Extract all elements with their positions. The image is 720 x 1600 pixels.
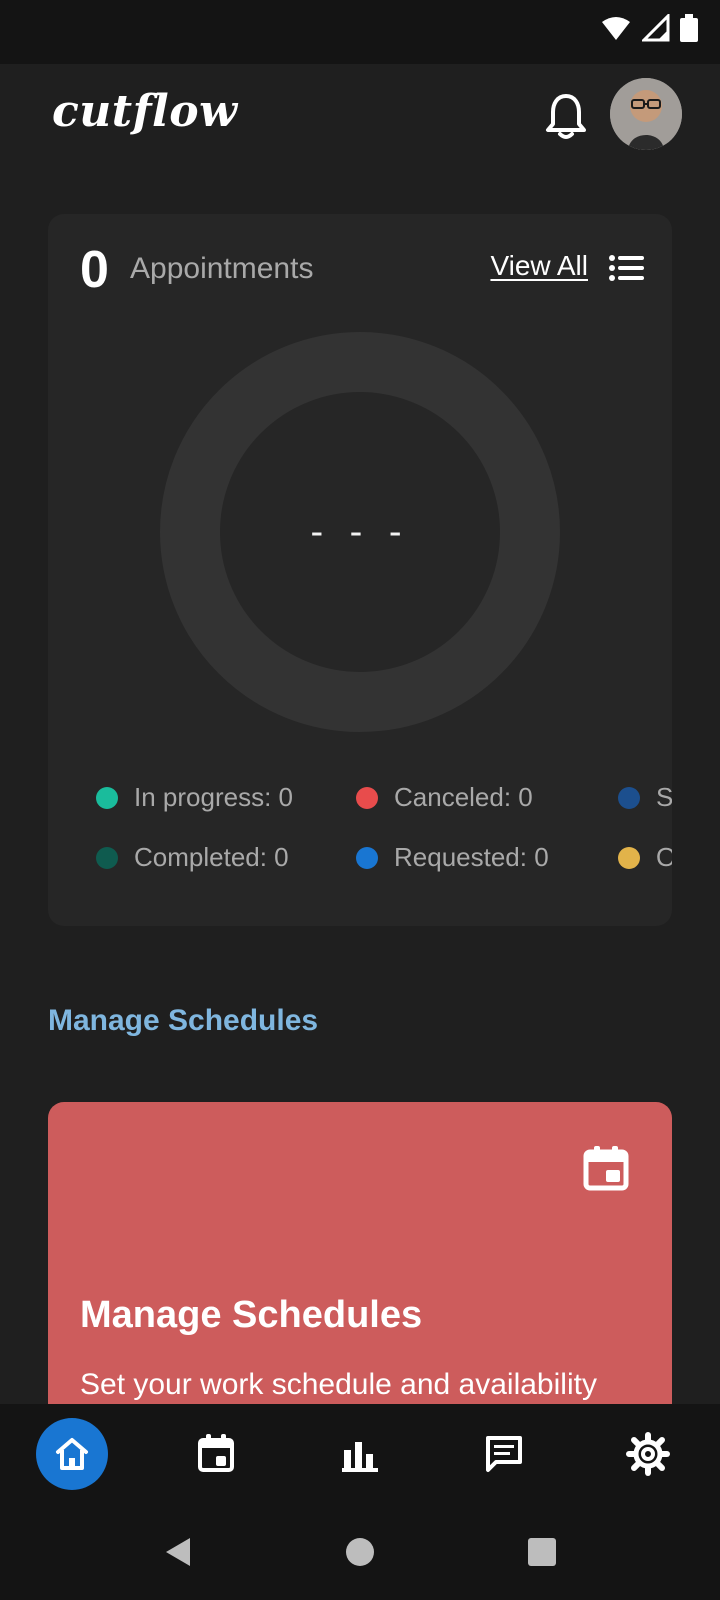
legend-dot — [96, 846, 118, 869]
app-logo: cutflow — [52, 86, 238, 137]
legend-label: Requested: 0 — [394, 842, 549, 872]
section-title: Manage Schedules — [48, 1004, 319, 1037]
donut-center-text: - - - — [310, 510, 410, 553]
legend-dot — [618, 786, 640, 809]
appointments-label: Appointments — [130, 252, 314, 285]
legend-label: O — [656, 842, 672, 872]
schedule-card-description: Set your work schedule and availability — [80, 1368, 597, 1401]
status-bar — [0, 0, 720, 64]
list-icon — [609, 255, 644, 281]
bar-chart-icon — [342, 1442, 378, 1472]
legend-item: Requested: 0 — [356, 842, 549, 873]
appointments-count: 0 — [80, 241, 109, 299]
profile-photo — [610, 78, 682, 150]
gear-icon — [626, 1432, 670, 1476]
wifi-icon — [602, 17, 630, 40]
view-all-link[interactable]: View All — [490, 250, 588, 282]
schedule-card-title: Manage Schedules — [80, 1294, 423, 1336]
avatar[interactable] — [610, 78, 682, 150]
calendar-svg — [583, 1146, 629, 1191]
calendar-icon — [580, 1142, 632, 1194]
legend-label: In progress: 0 — [134, 782, 293, 812]
status-icons — [600, 14, 698, 42]
nav-stats[interactable] — [324, 1418, 396, 1490]
bottom-navigation — [0, 1404, 720, 1504]
legend-item: In progress: 0 — [96, 782, 293, 813]
nav-home[interactable] — [36, 1418, 108, 1490]
legend-dot — [356, 846, 378, 869]
manage-schedules-card[interactable]: Manage Schedules Set your work schedule … — [48, 1102, 672, 1422]
legend-dot — [356, 786, 378, 809]
nav-calendar[interactable] — [180, 1418, 252, 1490]
legend-dot — [96, 786, 118, 809]
legend-label: Completed: 0 — [134, 842, 289, 872]
appointments-donut-chart: - - - — [160, 332, 560, 732]
legend-item: O — [618, 842, 672, 873]
app-header: cutflow — [0, 64, 720, 214]
signal-icon — [642, 14, 670, 42]
back-icon[interactable] — [160, 1534, 196, 1570]
nav-messages[interactable] — [468, 1418, 540, 1490]
list-button[interactable] — [608, 252, 644, 284]
legend-label: Canceled: 0 — [394, 782, 533, 812]
legend-label: S — [656, 782, 672, 812]
battery-icon — [680, 14, 698, 42]
nav-settings[interactable] — [612, 1418, 684, 1490]
legend-item: Completed: 0 — [96, 842, 289, 873]
calendar-icon — [198, 1434, 234, 1472]
legend-dot — [618, 846, 640, 869]
appointments-card: 0 Appointments View All - - - In progres… — [48, 214, 672, 926]
legend-item: S — [618, 782, 672, 813]
legend-item: Canceled: 0 — [356, 782, 533, 813]
notifications-button[interactable] — [544, 92, 588, 142]
system-navigation-bar — [0, 1504, 720, 1600]
appointments-legend: In progress: 0 Canceled: 0 S Completed: … — [96, 764, 672, 904]
home-icon — [56, 1438, 88, 1470]
home-circle-icon[interactable] — [342, 1534, 378, 1570]
recents-icon[interactable] — [524, 1534, 560, 1570]
bell-icon — [546, 94, 586, 139]
message-icon — [486, 1436, 522, 1472]
